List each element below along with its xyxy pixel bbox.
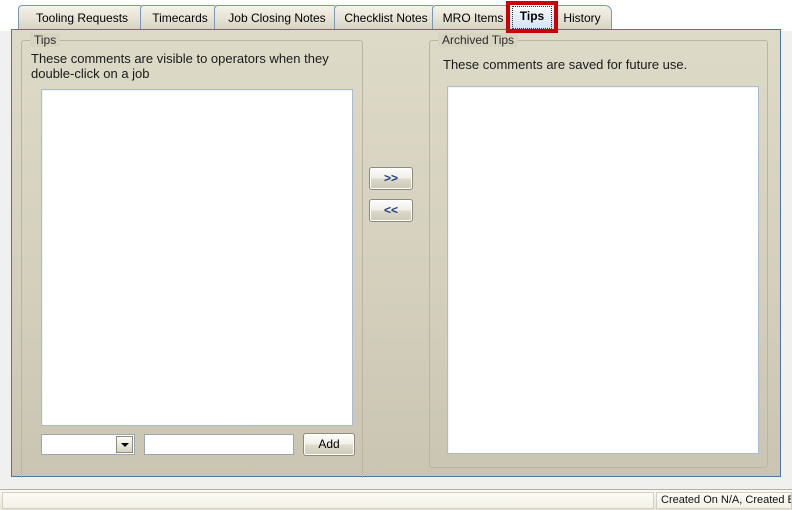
tab-label: History: [563, 11, 601, 25]
tips-group: Tips These comments are visible to opera…: [21, 33, 363, 489]
status-bar-created-info: Created On N/A, Created B: [656, 492, 792, 509]
tab-history[interactable]: History: [552, 5, 612, 31]
move-to-tips-button[interactable]: <<: [369, 199, 413, 222]
tab-label: Tips: [519, 9, 545, 23]
tab-job-closing-notes[interactable]: Job Closing Notes: [214, 5, 340, 31]
tip-text-input[interactable]: [144, 434, 294, 455]
chevron-down-icon[interactable]: [116, 436, 133, 453]
tab-tooling-requests[interactable]: Tooling Requests: [18, 5, 146, 31]
status-bar: Created On N/A, Created B: [0, 489, 792, 510]
add-tip-button[interactable]: Add: [303, 433, 355, 456]
tips-listbox[interactable]: [41, 89, 353, 426]
tip-category-dropdown[interactable]: [41, 434, 135, 455]
tab-strip: Tooling Requests Timecards Job Closing N…: [0, 0, 792, 33]
status-bar-left-panel: [2, 492, 654, 509]
archived-tips-group: Archived Tips These comments are saved f…: [429, 33, 768, 468]
tips-group-title: Tips: [30, 33, 61, 47]
tab-label: MRO Items: [442, 11, 504, 25]
application-window: Tooling Requests Timecards Job Closing N…: [0, 0, 792, 510]
tab-timecards[interactable]: Timecards: [140, 5, 220, 31]
tab-label: Checklist Notes: [344, 11, 428, 25]
panel-gap: [0, 478, 792, 489]
archived-tips-group-title: Archived Tips: [438, 33, 519, 47]
tab-label: Tooling Requests: [35, 11, 129, 25]
tab-label: Job Closing Notes: [228, 11, 326, 25]
tab-mro-items[interactable]: MRO Items: [432, 5, 514, 31]
tips-group-description: These comments are visible to operators …: [31, 51, 329, 81]
move-to-archived-button[interactable]: >>: [369, 167, 413, 190]
archived-tips-group-description: These comments are saved for future use.: [443, 57, 688, 72]
tab-label: Timecards: [152, 11, 208, 25]
archived-tips-listbox[interactable]: [447, 86, 759, 454]
tab-checklist-notes[interactable]: Checklist Notes: [334, 5, 438, 31]
tab-tips[interactable]: Tips: [508, 2, 556, 31]
tab-content-panel: Tips These comments are visible to opera…: [11, 29, 781, 489]
